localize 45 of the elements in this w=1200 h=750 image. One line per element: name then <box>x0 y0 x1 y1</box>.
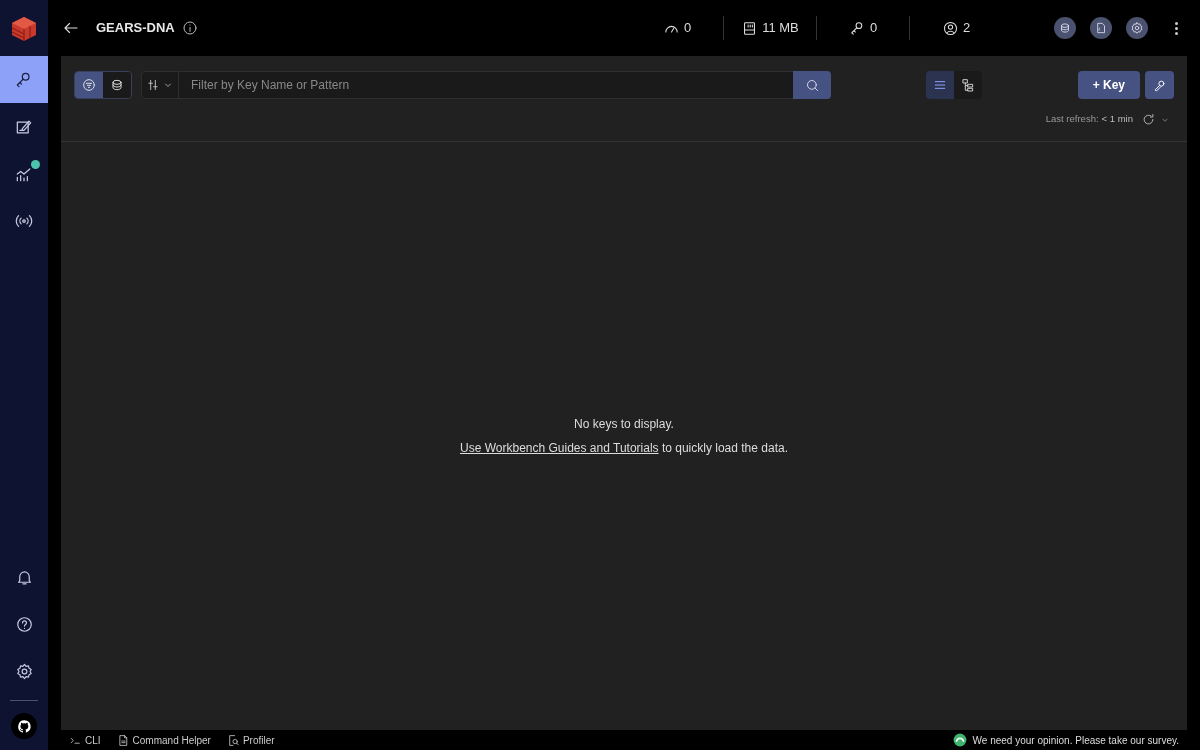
help-icon <box>14 615 34 634</box>
view-mode-tab[interactable] <box>925 71 954 99</box>
empty-hint: Use Workbench Guides and Tutorials to quickly load the data. <box>460 440 788 457</box>
person-circle-icon <box>941 19 959 37</box>
search-mode-tab[interactable] <box>103 72 131 98</box>
survey-icon <box>952 733 967 747</box>
database-title: GEARS-DNA <box>96 19 175 38</box>
last-refresh-value: < 1 min <box>1101 112 1133 127</box>
panel-tab[interactable]: CLI <box>69 732 101 748</box>
stat-value: 0 <box>683 19 692 38</box>
logo-icon <box>10 15 38 41</box>
search-button[interactable] <box>793 71 831 99</box>
filter-input[interactable]: Filter by Key Name or Pattern <box>179 71 793 99</box>
settings-icon <box>14 662 34 681</box>
search-mode-tab[interactable] <box>75 72 103 98</box>
filter-icon <box>81 77 97 93</box>
database-button[interactable] <box>1054 17 1076 39</box>
document-icon <box>1094 21 1108 35</box>
sliders-icon <box>146 78 160 92</box>
survey-link[interactable]: We need your opinion. Please take our survey. <box>952 732 1179 748</box>
wrench-icon <box>1152 77 1167 93</box>
database-icon <box>1058 21 1072 35</box>
empty-message: No keys to display. <box>574 416 674 433</box>
panel-tab[interactable]: Profiler <box>226 732 275 748</box>
guides-link[interactable]: Use Workbench Guides and Tutorials <box>460 441 659 455</box>
panel-tab[interactable]: Command Helper <box>116 732 211 748</box>
github-button[interactable] <box>11 713 37 739</box>
stat-value: 11 MB <box>762 19 799 38</box>
key-type-dropdown[interactable] <box>141 71 179 99</box>
view-mode-tab[interactable] <box>953 71 982 99</box>
refresh-icon <box>1141 112 1156 127</box>
search-icon <box>804 77 820 93</box>
stat-value: 2 <box>962 19 971 38</box>
octocat-icon <box>16 718 32 734</box>
info-icon <box>181 20 198 36</box>
magnifier-icon <box>226 733 240 747</box>
key-tools-button[interactable] <box>1145 71 1174 99</box>
add-key-button[interactable]: + Key <box>1077 71 1140 99</box>
refresh-button[interactable] <box>1141 112 1156 127</box>
stat-value: 0 <box>869 19 878 38</box>
settings-button[interactable] <box>1126 17 1148 39</box>
last-refresh-label: Last refresh: <box>1045 112 1099 127</box>
database-icon <box>109 77 125 93</box>
settings-icon <box>1130 21 1144 35</box>
file-button[interactable] <box>1090 17 1112 39</box>
